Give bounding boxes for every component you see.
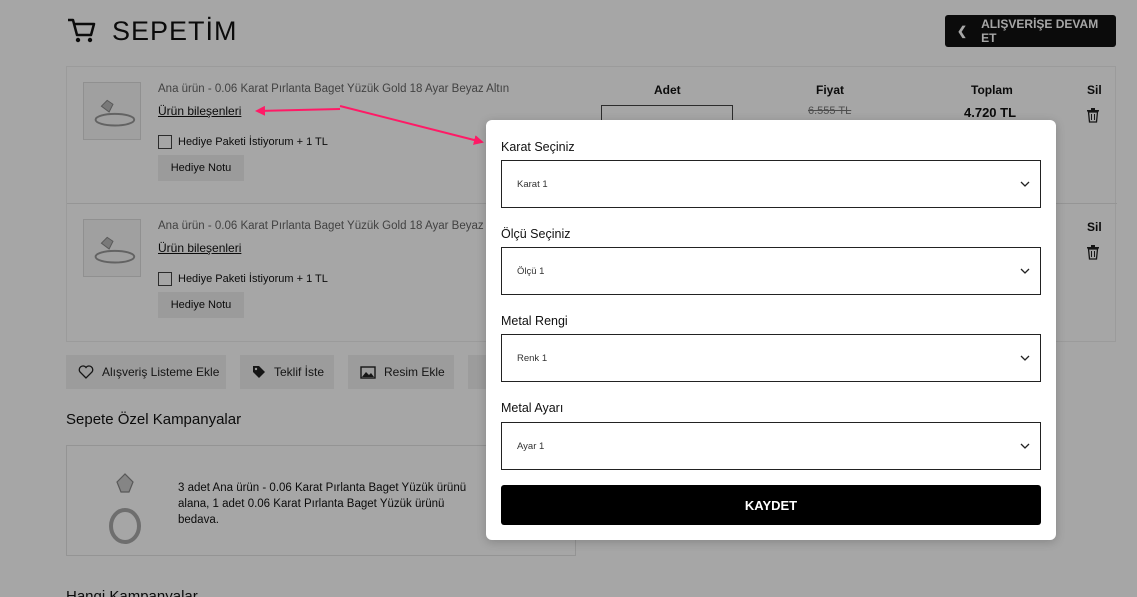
carat-select[interactable]: Karat 1 bbox=[501, 160, 1041, 208]
size-select-value: Ölçü 1 bbox=[517, 265, 545, 277]
carat-label: Karat Seçiniz bbox=[501, 140, 575, 154]
metal-color-select-value: Renk 1 bbox=[517, 352, 548, 364]
size-label: Ölçü Seçiniz bbox=[501, 227, 571, 241]
metal-color-label: Metal Rengi bbox=[501, 314, 568, 328]
chevron-down-icon bbox=[1020, 355, 1030, 361]
metal-color-select[interactable]: Renk 1 bbox=[501, 334, 1041, 382]
save-button[interactable]: KAYDET bbox=[501, 485, 1041, 525]
cart-page: SEPETİM ❮ ALIŞVERİŞE DEVAM ET Ana ürün -… bbox=[0, 0, 1137, 597]
metal-purity-select-value: Ayar 1 bbox=[517, 440, 545, 452]
product-options-modal: Karat Seçiniz Karat 1 Ölçü Seçiniz Ölçü … bbox=[486, 120, 1056, 540]
metal-purity-select[interactable]: Ayar 1 bbox=[501, 422, 1041, 470]
size-select[interactable]: Ölçü 1 bbox=[501, 247, 1041, 295]
chevron-down-icon bbox=[1020, 268, 1030, 274]
metal-purity-label: Metal Ayarı bbox=[501, 401, 564, 415]
chevron-down-icon bbox=[1020, 181, 1030, 187]
chevron-down-icon bbox=[1020, 443, 1030, 449]
carat-select-value: Karat 1 bbox=[517, 178, 548, 190]
